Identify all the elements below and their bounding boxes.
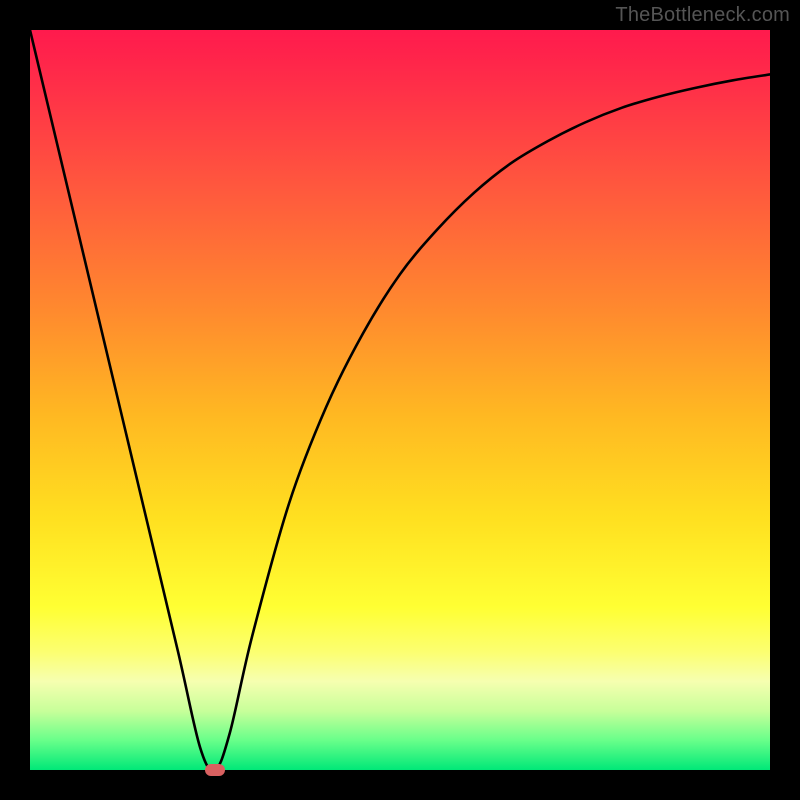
plot-area [30,30,770,770]
watermark-text: TheBottleneck.com [615,4,790,27]
optimum-marker [205,764,225,776]
bottleneck-curve [30,30,770,770]
chart-container: TheBottleneck.com [0,0,800,800]
